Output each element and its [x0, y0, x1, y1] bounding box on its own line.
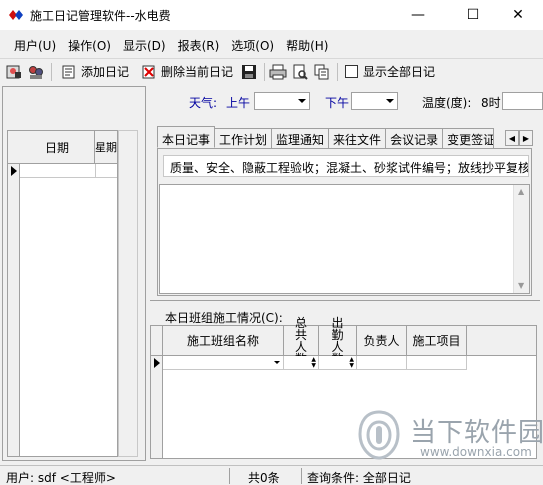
close-button[interactable]: ✕ — [500, 0, 536, 30]
tab-scroll-buttons: ◀ ▶ — [505, 130, 533, 146]
tab-scroll-left-icon[interactable]: ◀ — [505, 130, 519, 146]
scroll-down-icon[interactable]: ▼ — [518, 281, 524, 290]
status-bar: 用户: sdf <工程师> 共0条 查询条件: 全部日记 — [0, 465, 543, 485]
weekday-column-header[interactable]: 星期 — [95, 132, 117, 164]
app-logo-icon — [9, 10, 23, 20]
watermark-url: www.downxia.com — [420, 445, 532, 459]
users-icon[interactable] — [26, 62, 46, 82]
diary-list-grid[interactable]: 日期 星期 — [7, 130, 118, 457]
weather-label: 天气: — [189, 96, 218, 110]
show-all-checkbox[interactable] — [345, 65, 359, 78]
copy-icon[interactable] — [312, 62, 332, 82]
add-diary-button[interactable]: 添加日记 — [55, 61, 133, 83]
crew-row-indicator-header — [151, 326, 163, 356]
print-icon[interactable] — [268, 62, 288, 82]
notes-categories: 质量、安全、隐蔽工程验收；混凝土、砂浆试件编号；放线抄平复核； — [163, 155, 529, 177]
tab-work-plan[interactable]: 工作计划 — [214, 128, 273, 148]
crew-header-filler — [467, 326, 536, 356]
watermark-brand: 当下软件园 — [410, 418, 543, 448]
panel-splitter[interactable] — [150, 300, 540, 301]
diary-list-scrollbar[interactable] — [118, 130, 138, 457]
crew-project-header[interactable]: 施工项目 — [407, 326, 467, 356]
watermark-logo-icon — [358, 410, 400, 460]
window-title: 施工日记管理软件--水电费 — [30, 9, 171, 23]
crew-indicator-column — [151, 356, 163, 458]
crew-project-cell[interactable] — [407, 356, 467, 370]
tab-scroll-right-icon[interactable]: ▶ — [519, 130, 533, 146]
spinner-icon[interactable]: ▲ ▼ — [349, 357, 354, 369]
tab-meeting-minutes[interactable]: 会议记录 — [385, 128, 444, 148]
am-weather-select[interactable] — [254, 92, 310, 110]
tab-today-notes[interactable]: 本日记事 — [157, 126, 216, 148]
title-bar: 施工日记管理软件--水电费 — ☐ ✕ — [0, 0, 543, 30]
notes-textarea[interactable]: ▲ ▼ — [159, 184, 530, 294]
column-divider — [95, 164, 96, 178]
pm-weather-select[interactable] — [351, 92, 398, 110]
diary-list-row[interactable] — [20, 164, 117, 178]
menu-help[interactable]: 帮助(H) — [280, 33, 334, 55]
status-count: 共0条 — [244, 468, 302, 485]
tab-change-visa[interactable]: 变更签证 — [442, 128, 495, 148]
diary-tabs: 本日记事 工作计划 监理通知 来往文件 会议记录 变更签证 — [157, 126, 495, 148]
tab-correspondence[interactable]: 来往文件 — [328, 128, 387, 148]
crew-name-cell[interactable] — [163, 356, 284, 370]
crew-name-header[interactable]: 施工班组名称 — [163, 326, 284, 356]
maximize-button[interactable]: ☐ — [455, 0, 491, 30]
scroll-up-icon[interactable]: ▲ — [518, 187, 524, 196]
status-user: 用户: sdf <工程师> — [2, 468, 230, 485]
toolbar-separator — [51, 62, 52, 81]
current-row-indicator-icon — [154, 358, 160, 368]
crew-leader-cell[interactable] — [357, 356, 407, 370]
crew-section-label: 本日班组施工情况(C): — [165, 311, 283, 325]
menu-operate[interactable]: 操作(O) — [62, 33, 117, 55]
menu-user[interactable]: 用户(U) — [8, 33, 62, 55]
chevron-down-icon[interactable] — [274, 361, 280, 364]
toolbar: 添加日记 删除当前日记 显示全部日记 — [0, 58, 543, 84]
status-query: 查询条件: 全部日记 — [307, 471, 411, 485]
chevron-down-icon — [386, 99, 394, 103]
crew-attendance-header[interactable]: 出勤人数 — [319, 317, 357, 365]
minimize-button[interactable]: — — [400, 0, 436, 30]
temperature-time-label: 8时 — [481, 96, 501, 110]
menu-options[interactable]: 选项(O) — [225, 33, 280, 55]
add-page-icon — [59, 62, 79, 82]
current-row-indicator-icon — [11, 166, 17, 176]
toolbar-separator — [337, 62, 339, 81]
show-all-diaries-toggle[interactable]: 显示全部日记 — [341, 61, 439, 83]
date-column-header[interactable]: 日期 — [20, 131, 95, 164]
crew-total-header[interactable]: 总共人数 — [284, 317, 319, 365]
tab-panel: 质量、安全、隐蔽工程验收；混凝土、砂浆试件编号；放线抄平复核； ▲ ▼ — [157, 148, 532, 296]
notes-scrollbar[interactable]: ▲ ▼ — [513, 185, 529, 293]
crew-total-cell[interactable]: ▲ ▼ — [284, 356, 319, 370]
show-all-label: 显示全部日记 — [363, 65, 436, 79]
crew-attendance-cell[interactable]: ▲ ▼ — [319, 356, 357, 370]
menu-bar: 用户(U) 操作(O) 显示(D) 报表(R) 选项(O) 帮助(H) — [0, 33, 543, 55]
menu-display[interactable]: 显示(D) — [117, 33, 172, 55]
crew-leader-header[interactable]: 负责人 — [357, 326, 407, 356]
chevron-down-icon — [298, 99, 306, 103]
am-label: 上午 — [226, 96, 251, 110]
temperature-label: 温度(度): — [422, 96, 472, 110]
delete-diary-button[interactable]: 删除当前日记 — [135, 61, 237, 83]
delete-diary-label: 删除当前日记 — [161, 65, 234, 79]
spinner-icon[interactable]: ▲ ▼ — [311, 357, 316, 369]
pm-label: 下午 — [325, 96, 350, 110]
add-diary-label: 添加日记 — [81, 65, 130, 79]
login-icon[interactable] — [4, 62, 24, 82]
temperature-input[interactable] — [502, 92, 543, 110]
row-indicator-column — [8, 131, 20, 456]
watermark: 当下软件园 www.downxia.com — [356, 404, 543, 464]
print-preview-icon[interactable] — [290, 62, 310, 82]
tab-supervision-notice[interactable]: 监理通知 — [271, 128, 330, 148]
delete-page-icon — [139, 62, 159, 82]
toolbar-separator — [264, 62, 266, 81]
menu-report[interactable]: 报表(R) — [172, 33, 226, 55]
save-icon[interactable] — [239, 62, 259, 82]
